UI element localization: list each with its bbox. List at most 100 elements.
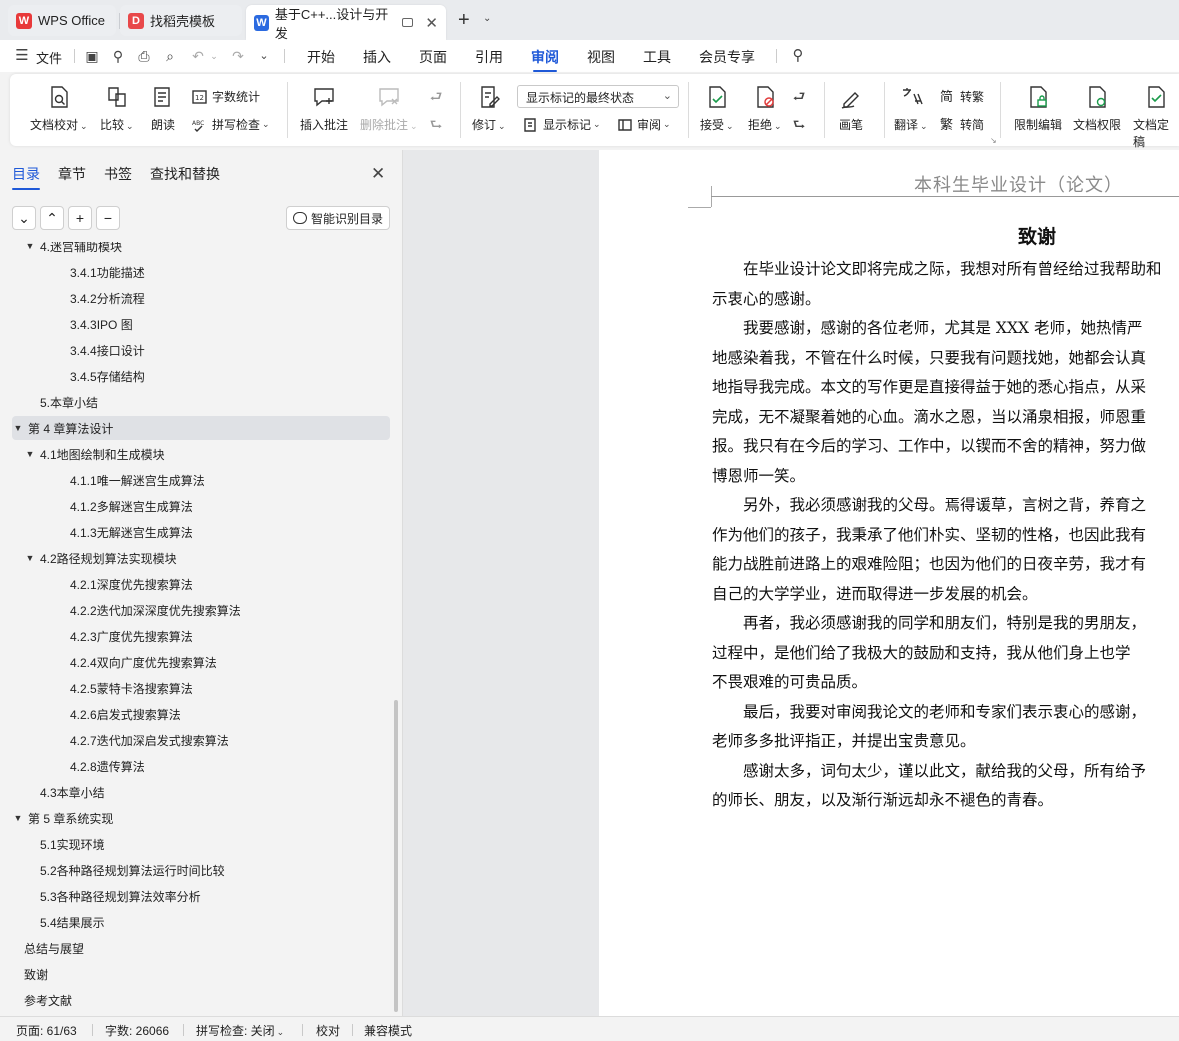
undo-icon[interactable]: ↶ — [190, 48, 206, 64]
tab-bookmarks[interactable]: 书签 — [104, 164, 132, 190]
toc-item[interactable]: ▼ 4.2路径规划算法实现模块 — [12, 546, 390, 570]
toc-item[interactable]: 5.本章小结 — [12, 390, 390, 414]
compare-button[interactable]: 比较 ⌄ — [100, 84, 134, 133]
save-icon[interactable]: ▣ — [84, 48, 100, 64]
show-markup-button[interactable]: 显示标记 ⌄ — [523, 116, 601, 133]
toc-item[interactable]: 3.4.3IPO 图 — [12, 312, 390, 336]
search-icon[interactable]: ⚲ — [790, 48, 806, 64]
word-count-indicator[interactable]: 字数: 26066 — [105, 1022, 169, 1039]
tab-current-document[interactable]: W 基于C++...设计与开发 ✕ — [246, 5, 446, 41]
toc-item[interactable]: 4.2.3广度优先搜索算法 — [12, 624, 390, 648]
reject-button[interactable]: 拒绝 ⌄ — [748, 84, 782, 133]
redo-icon[interactable]: ↷ — [230, 48, 246, 64]
toc-item[interactable]: 3.4.1功能描述 — [12, 260, 390, 284]
doc-final-button[interactable]: 文档定稿 — [1133, 84, 1179, 150]
toc-item[interactable]: 5.1实现环境 — [12, 832, 390, 856]
doc-check-button[interactable]: 文档校对 ⌄ — [30, 84, 88, 133]
next-change-icon[interactable]: ⮑ — [791, 116, 807, 132]
delete-comment-button[interactable]: 删除批注 ⌄ — [360, 84, 418, 133]
toc-item[interactable]: 4.2.5蒙特卡洛搜索算法 — [12, 676, 390, 700]
toc-item[interactable]: 致谢 — [12, 962, 390, 986]
insert-comment-button[interactable]: 插入批注 — [300, 84, 348, 133]
translate-button[interactable]: 翻译 ⌄ — [894, 84, 928, 133]
toc-item[interactable]: 4.3本章小结 — [12, 780, 390, 804]
menu-tools[interactable]: 工具 — [643, 47, 671, 67]
new-tab-icon[interactable]: + — [458, 10, 470, 30]
page-indicator[interactable]: 页面: 61/63 — [16, 1022, 77, 1039]
spell-check-indicator[interactable]: 拼写检查: 关闭 ⌄ — [196, 1022, 284, 1039]
previous-comment-icon[interactable]: ⮐ — [428, 88, 444, 104]
review-pane-button[interactable]: 审阅 ⌄ — [617, 116, 671, 133]
chevron-down-icon[interactable]: ⌄ — [483, 13, 491, 24]
expand-arrow-icon[interactable]: ▼ — [24, 553, 36, 563]
smart-toc-button[interactable]: 智能识别目录 — [286, 206, 390, 230]
tab-toc[interactable]: 目录 — [12, 164, 40, 190]
print-preview-icon[interactable]: ⌕ — [162, 48, 178, 64]
menu-home[interactable]: 开始 — [307, 47, 335, 67]
previous-change-icon[interactable]: ⮐ — [791, 88, 807, 104]
remove-heading-icon[interactable]: − — [96, 206, 120, 230]
toc-item[interactable]: 3.4.2分析流程 — [12, 286, 390, 310]
proof-indicator[interactable]: 校对 — [316, 1022, 340, 1039]
toc-item[interactable]: 4.1.1唯一解迷宫生成算法 — [12, 468, 390, 492]
tab-chapters[interactable]: 章节 — [58, 164, 86, 190]
toc-item[interactable]: 4.2.4双向广度优先搜索算法 — [12, 650, 390, 674]
menu-page[interactable]: 页面 — [419, 47, 447, 67]
toc-item[interactable]: 5.3各种路径规划算法效率分析 — [12, 884, 390, 908]
more-icon[interactable]: ⌄ — [256, 48, 272, 64]
close-pane-icon[interactable]: ✕ — [371, 164, 385, 184]
to-traditional-button[interactable]: 简 转繁 — [940, 88, 984, 105]
toc-item[interactable]: 5.4结果展示 — [12, 910, 390, 934]
accept-button[interactable]: 接受 ⌄ — [700, 84, 734, 133]
toc-item[interactable]: 参考文献 — [12, 988, 390, 1012]
toc-item[interactable]: ▼ 第 4 章算法设计 — [12, 416, 390, 440]
toc-scrollbar[interactable] — [394, 700, 398, 1012]
word-count-button[interactable]: 12 字数统计 — [192, 88, 260, 105]
close-tab-icon[interactable]: ✕ — [425, 14, 438, 32]
screen-icon[interactable] — [402, 18, 414, 27]
hamburger-icon[interactable]: ☰ — [14, 48, 30, 64]
toc-item[interactable]: 3.4.5存储结构 — [12, 364, 390, 388]
toc-item[interactable]: 4.2.1深度优先搜索算法 — [12, 572, 390, 596]
next-comment-icon[interactable]: ⮑ — [428, 116, 444, 132]
toc-item[interactable]: ▼ 4.迷宫辅助模块 — [12, 242, 390, 258]
to-simplified-button[interactable]: 繁 转简 — [940, 116, 984, 133]
expand-arrow-icon[interactable]: ▼ — [12, 813, 24, 823]
toc-item[interactable]: 总结与展望 — [12, 936, 390, 960]
collapse-up-icon[interactable]: ⌃ — [40, 206, 64, 230]
menu-view[interactable]: 视图 — [587, 47, 615, 67]
read-aloud-button[interactable]: 朗读 — [150, 84, 176, 133]
menu-review[interactable]: 审阅 — [531, 47, 559, 72]
toc-item[interactable]: 4.2.2迭代加深深度优先搜索算法 — [12, 598, 390, 622]
toc-item[interactable]: ▼ 第 5 章系统实现 — [12, 806, 390, 830]
menu-member[interactable]: 会员专享 — [699, 47, 755, 67]
toc-item[interactable]: 4.2.6启发式搜索算法 — [12, 702, 390, 726]
menu-references[interactable]: 引用 — [475, 47, 503, 67]
toc-item[interactable]: 4.1.3无解迷宫生成算法 — [12, 520, 390, 544]
restrict-edit-button[interactable]: 限制编辑 — [1014, 84, 1062, 133]
expand-arrow-icon[interactable]: ▼ — [24, 242, 36, 251]
tab-wps-office[interactable]: W WPS Office — [8, 5, 120, 36]
expand-arrow-icon[interactable]: ▼ — [24, 449, 36, 459]
toc-item[interactable]: 4.2.8遗传算法 — [12, 754, 390, 778]
toc-item[interactable]: 5.2各种路径规划算法运行时间比较 — [12, 858, 390, 882]
toc-item[interactable]: 4.2.7迭代加深启发式搜索算法 — [12, 728, 390, 752]
markup-state-select[interactable]: 显示标记的最终状态 ⌄ — [517, 85, 679, 108]
toc-item[interactable]: 4.1.2多解迷宫生成算法 — [12, 494, 390, 518]
menu-file[interactable]: 文件 — [36, 48, 62, 67]
toc-item[interactable]: 3.4.4接口设计 — [12, 338, 390, 362]
link-icon[interactable]: ⚲ — [110, 48, 126, 64]
ink-button[interactable]: 画笔 — [838, 84, 864, 133]
spell-check-button[interactable]: ABC 拼写检查 ⌄ — [192, 116, 270, 133]
tab-docer-templates[interactable]: D 找稻壳模板 — [120, 5, 242, 36]
expand-arrow-icon[interactable]: ▼ — [12, 423, 24, 433]
expand-dialog-icon[interactable]: ↘ — [990, 136, 997, 145]
toc-item[interactable]: ▼ 4.1地图绘制和生成模块 — [12, 442, 390, 466]
tab-find-replace[interactable]: 查找和替换 — [150, 164, 220, 190]
add-heading-icon[interactable]: + — [68, 206, 92, 230]
menu-insert[interactable]: 插入 — [363, 47, 391, 67]
doc-permission-button[interactable]: 文档权限 — [1073, 84, 1121, 133]
print-icon[interactable]: ⎙ — [136, 48, 152, 64]
undo-dropdown-icon[interactable]: ⌄ — [206, 48, 222, 64]
collapse-down-icon[interactable]: ⌄ — [12, 206, 36, 230]
